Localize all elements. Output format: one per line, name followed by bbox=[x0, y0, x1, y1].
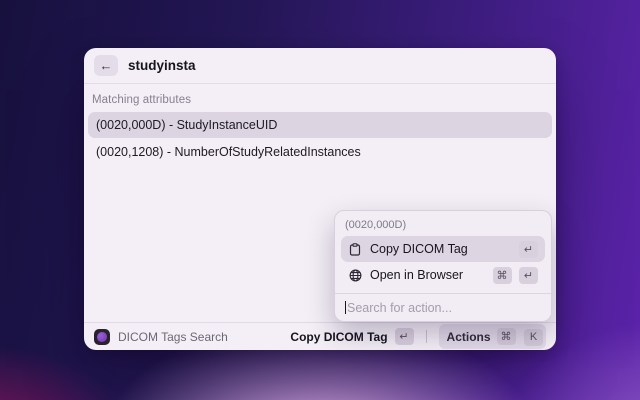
k-key-badge: K bbox=[524, 329, 543, 346]
search-bar: ← bbox=[84, 48, 556, 84]
app-icon bbox=[94, 329, 110, 345]
primary-action-label: Copy DICOM Tag bbox=[290, 330, 387, 344]
back-arrow-icon: ← bbox=[100, 58, 113, 73]
status-bar-divider bbox=[426, 330, 427, 343]
desktop-background: ← Matching attributes (0020,000D) - Stud… bbox=[0, 0, 640, 400]
primary-action-button[interactable]: Copy DICOM Tag ↵ bbox=[290, 328, 413, 345]
action-panel-header: (0020,000D) bbox=[335, 211, 551, 236]
action-panel-rows: Copy DICOM Tag ↵ Open in Browser bbox=[335, 236, 551, 288]
enter-key-badge: ↵ bbox=[519, 241, 538, 258]
actions-label: Actions bbox=[447, 330, 491, 344]
action-open-in-browser[interactable]: Open in Browser ⌘ ↵ bbox=[341, 262, 545, 288]
action-search[interactable] bbox=[335, 293, 551, 321]
enter-key-badge: ↵ bbox=[395, 328, 414, 345]
result-row-studyinstanceuid[interactable]: (0020,000D) - StudyInstanceUID bbox=[88, 112, 552, 138]
clipboard-icon bbox=[348, 242, 362, 256]
enter-key-badge: ↵ bbox=[519, 267, 538, 284]
result-label: (0020,000D) - StudyInstanceUID bbox=[96, 118, 277, 132]
search-input[interactable] bbox=[128, 58, 546, 73]
action-label: Copy DICOM Tag bbox=[370, 242, 468, 256]
launcher-window: ← Matching attributes (0020,000D) - Stud… bbox=[84, 48, 556, 350]
action-label: Open in Browser bbox=[370, 268, 463, 282]
result-row-numberofstudyrelatedinstances[interactable]: (0020,1208) - NumberOfStudyRelatedInstan… bbox=[88, 139, 552, 165]
app-name: DICOM Tags Search bbox=[118, 330, 282, 344]
action-copy-dicom-tag[interactable]: Copy DICOM Tag ↵ bbox=[341, 236, 545, 262]
section-header: Matching attributes bbox=[92, 94, 548, 106]
back-button[interactable]: ← bbox=[94, 55, 118, 76]
globe-icon bbox=[348, 268, 362, 282]
actions-button[interactable]: Actions ⌘ K bbox=[439, 324, 546, 349]
text-cursor bbox=[345, 301, 346, 314]
cmd-key-badge: ⌘ bbox=[497, 328, 516, 345]
result-label: (0020,1208) - NumberOfStudyRelatedInstan… bbox=[96, 145, 361, 159]
action-search-input[interactable] bbox=[347, 301, 541, 315]
status-bar: DICOM Tags Search Copy DICOM Tag ↵ Actio… bbox=[84, 322, 556, 350]
action-panel: (0020,000D) Copy DICOM Tag ↵ bbox=[334, 210, 552, 322]
cmd-key-badge: ⌘ bbox=[493, 267, 512, 284]
